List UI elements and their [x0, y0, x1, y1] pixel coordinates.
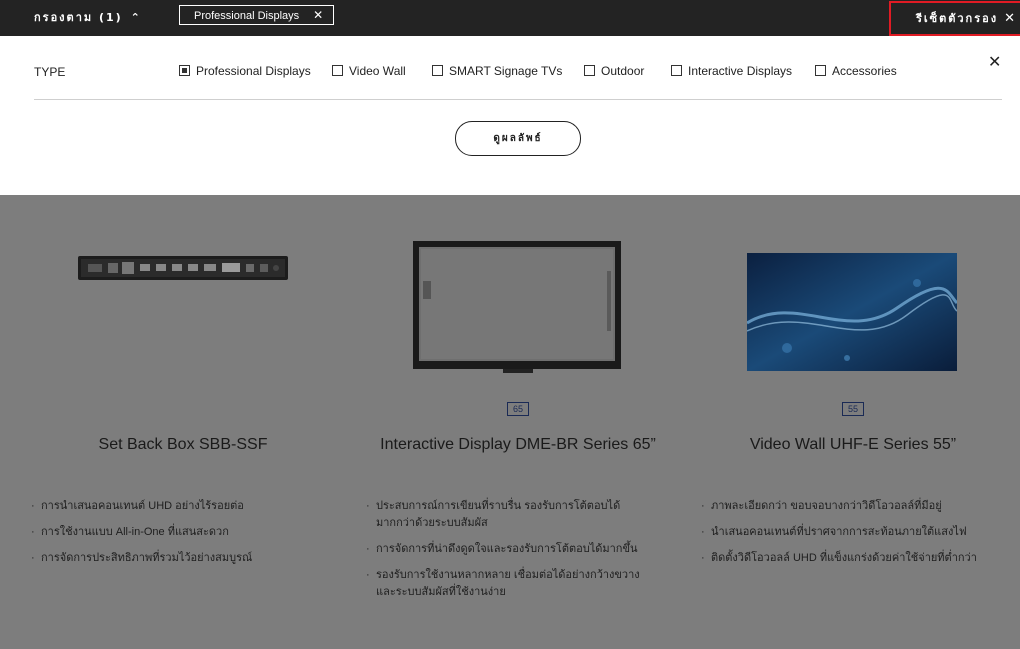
reset-filter-button[interactable]: รีเซ็ตตัวกรอง ✕: [889, 1, 1020, 36]
filter-option-label: Video Wall: [349, 64, 406, 78]
close-icon[interactable]: ✕: [988, 52, 1001, 71]
active-filter-chip-label: Professional Displays: [194, 10, 300, 22]
filter-toggle-label: กรองตาม (1): [34, 11, 123, 24]
filter-option-professional-displays[interactable]: Professional Displays: [179, 64, 311, 78]
active-filter-chip: Professional Displays ✕: [179, 5, 335, 25]
product-card: 55 Video Wall UHF-E Series 55” ภาพละเอีย…: [683, 196, 1020, 649]
product-image-set-back-box[interactable]: [78, 256, 288, 280]
product-image-video-wall[interactable]: [747, 253, 957, 371]
top-filter-bar: กรองตาม (1) ⌃ Professional Displays ✕ รีเซ…: [0, 0, 1020, 36]
checkbox-checked[interactable]: [179, 65, 190, 76]
chevron-up-icon: ⌃: [130, 11, 142, 24]
product-card: 65 Interactive Display DME-BR Series 65”…: [348, 196, 688, 649]
checkbox[interactable]: [671, 65, 682, 76]
filter-option-label: SMART Signage TVs: [449, 64, 563, 78]
feature-item: ภาพละเอียดกว่า ขอบจอบางกว่าวิดีโอวอลล์ที…: [701, 498, 991, 515]
filter-option-video-wall[interactable]: Video Wall: [332, 64, 406, 78]
feature-item: การจัดการประสิทธิภาพที่รวมไว้อย่างสมบูรณ…: [31, 550, 321, 567]
filter-option-interactive-displays[interactable]: Interactive Displays: [671, 64, 792, 78]
feature-item: การนำเสนอคอนเทนต์ UHD อย่างไร้รอยต่อ: [31, 498, 321, 515]
filter-option-accessories[interactable]: Accessories: [815, 64, 897, 78]
checkbox[interactable]: [584, 65, 595, 76]
filter-option-label: Professional Displays: [196, 64, 311, 78]
product-title[interactable]: Interactive Display DME-BR Series 65”: [348, 436, 688, 454]
checkbox[interactable]: [432, 65, 443, 76]
feature-item: ประสบการณ์การเขียนที่ราบรื่น รองรับการโต…: [366, 498, 656, 532]
feature-item: รองรับการใช้งานหลากหลาย เชื่อมต่อได้อย่า…: [366, 567, 656, 601]
feature-item: การจัดการที่น่าดึงดูดใจและรองรับการโต้ตอ…: [366, 541, 656, 558]
filter-panel: TYPE Professional Displays Video Wall SM…: [0, 36, 1020, 195]
filter-option-smart-signage-tvs[interactable]: SMART Signage TVs: [432, 64, 562, 78]
filter-toggle-button[interactable]: กรองตาม (1) ⌃: [34, 0, 142, 36]
divider: [34, 99, 1002, 100]
close-icon[interactable]: ✕: [313, 8, 323, 22]
product-title[interactable]: Set Back Box SBB-SSF: [13, 436, 353, 454]
checkbox[interactable]: [332, 65, 343, 76]
filter-option-label: Interactive Displays: [688, 64, 793, 78]
close-icon: ✕: [1004, 11, 1017, 26]
product-card: Set Back Box SBB-SSF การนำเสนอคอนเทนต์ U…: [13, 196, 353, 649]
feature-item: การใช้งานแบบ All-in-One ที่แสนสะดวก: [31, 524, 321, 541]
filter-option-label: Accessories: [832, 64, 897, 78]
product-features: การนำเสนอคอนเทนต์ UHD อย่างไร้รอยต่อ การ…: [31, 498, 321, 576]
product-image-interactive-display[interactable]: [413, 241, 621, 373]
product-features: ประสบการณ์การเขียนที่ราบรื่น รองรับการโต…: [366, 498, 656, 610]
size-badge[interactable]: 65: [507, 402, 529, 416]
size-badge[interactable]: 55: [842, 402, 864, 416]
product-features: ภาพละเอียดกว่า ขอบจอบางกว่าวิดีโอวอลล์ที…: [701, 498, 991, 576]
view-results-button[interactable]: ดูผลลัพธ์: [455, 121, 581, 156]
product-title[interactable]: Video Wall UHF-E Series 55”: [683, 436, 1020, 454]
feature-item: นำเสนอคอนเทนต์ที่ปราศจากการสะท้อนภายใต้แ…: [701, 524, 991, 541]
filter-type-label: TYPE: [34, 65, 66, 79]
filter-option-outdoor[interactable]: Outdoor: [584, 64, 644, 78]
feature-item: ติดตั้งวิดีโอวอลล์ UHD ที่แข็งแกร่งด้วยค…: [701, 550, 991, 567]
reset-filter-label: รีเซ็ตตัวกรอง: [915, 12, 999, 25]
checkbox[interactable]: [815, 65, 826, 76]
filter-option-label: Outdoor: [601, 64, 645, 78]
